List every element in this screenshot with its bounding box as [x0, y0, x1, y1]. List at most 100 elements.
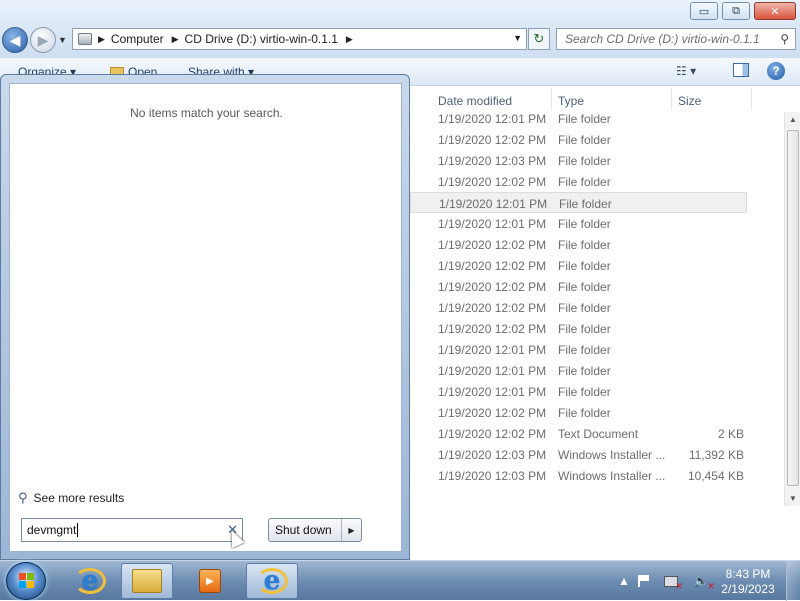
file-date-modified: 1/19/2020 12:01 PM [438, 385, 547, 399]
file-date-modified: 1/19/2020 12:02 PM [438, 280, 547, 294]
address-dropdown-icon[interactable]: ▼ [513, 33, 522, 43]
show-hidden-icons-icon[interactable]: ▲ [618, 574, 630, 588]
explorer-search-input[interactable]: Search CD Drive (D:) virtio-win-0.1.1 ⚲ [556, 28, 796, 50]
file-type: File folder [558, 259, 611, 273]
forward-button[interactable]: ▶ [30, 27, 56, 53]
file-type: Windows Installer ... [558, 469, 666, 483]
close-button[interactable]: ✕ [754, 2, 796, 20]
file-row[interactable]: 1/19/2020 12:02 PM File folder [410, 255, 786, 276]
file-row[interactable]: 1/19/2020 12:03 PM File folder [410, 150, 786, 171]
network-icon[interactable] [663, 575, 683, 592]
file-type: File folder [558, 406, 611, 420]
file-type: File folder [558, 301, 611, 315]
file-date-modified: 1/19/2020 12:02 PM [438, 259, 547, 273]
wmp-icon: ▶ [199, 569, 221, 593]
folder-icon [132, 569, 162, 593]
file-row[interactable]: 1/19/2020 12:02 PM File folder [410, 402, 786, 423]
file-date-modified: 1/19/2020 12:02 PM [438, 175, 547, 189]
see-more-results-link[interactable]: ⚲ See more results [18, 490, 124, 506]
preview-pane-icon[interactable] [733, 63, 749, 77]
title-bar[interactable]: ▭ ⧉ ✕ [0, 0, 800, 26]
refresh-icon[interactable]: ↻ [528, 28, 550, 50]
file-date-modified: 1/19/2020 12:03 PM [438, 154, 547, 168]
file-row[interactable]: 1/19/2020 12:03 PM Windows Installer ... 1… [410, 465, 786, 486]
file-type: File folder [558, 133, 611, 147]
file-date-modified: 1/19/2020 12:02 PM [438, 406, 547, 420]
clock-time: 8:43 PM [725, 567, 771, 581]
start-button[interactable] [6, 562, 46, 600]
file-row[interactable]: 1/19/2020 12:01 PM File folder [410, 360, 786, 381]
file-row[interactable]: 1/19/2020 12:02 PM Text Document 2 KB [410, 423, 786, 444]
scrollbar-thumb[interactable] [787, 130, 799, 486]
system-clock[interactable]: 8:43 PM 2/19/2023 [716, 567, 780, 597]
taskbar-internet-explorer-open[interactable]: e [246, 563, 298, 599]
shutdown-options-arrow-icon[interactable]: ▶ [341, 519, 361, 541]
action-center-flag-icon[interactable] [637, 575, 650, 587]
change-view-button[interactable]: ☷ ▾ [676, 64, 696, 78]
help-icon[interactable]: ? [767, 62, 785, 80]
file-type: File folder [558, 238, 611, 252]
breadcrumb-chevron-icon[interactable]: ▶ [98, 34, 105, 45]
file-row[interactable]: 1/19/2020 12:02 PM File folder [410, 129, 786, 150]
file-row[interactable]: 1/19/2020 12:02 PM File folder [410, 318, 786, 339]
text-caret [77, 523, 79, 537]
start-search-input[interactable]: devmgmt ✕ [21, 518, 243, 542]
file-row[interactable]: 1/19/2020 12:02 PM File folder [410, 276, 786, 297]
breadcrumb-cd-drive[interactable]: CD Drive (D:) virtio-win-0.1.1 [185, 32, 338, 46]
file-date-modified: 1/19/2020 12:01 PM [438, 112, 547, 126]
scroll-up-icon[interactable]: ▲ [789, 115, 797, 124]
caption-buttons: ▭ ⧉ ✕ [686, 2, 796, 20]
column-divider[interactable] [751, 88, 752, 110]
file-size: 2 KB [717, 427, 744, 441]
file-date-modified: 1/19/2020 12:03 PM [438, 448, 547, 462]
file-row[interactable]: 1/19/2020 12:01 PM File folder [410, 381, 786, 402]
breadcrumb-computer[interactable]: Computer [111, 32, 164, 46]
search-results-pane: No items match your search. ⚲ See more r… [9, 83, 402, 552]
file-rows: 1/19/2020 12:01 PM File folder 1/19/2020 1… [410, 108, 786, 486]
file-type: File folder [558, 322, 611, 336]
clock-date: 2/19/2023 [721, 582, 775, 596]
no-results-message: No items match your search. [130, 106, 283, 120]
recent-pages-dropdown-icon[interactable]: ▼ [58, 35, 67, 45]
shutdown-button[interactable]: Shut down [269, 523, 341, 537]
maximize-button[interactable]: ⧉ [722, 2, 750, 20]
file-row[interactable]: 1/19/2020 12:01 PM File folder [410, 108, 786, 129]
back-button[interactable]: ◀ [2, 27, 28, 53]
file-row[interactable]: 1/19/2020 12:02 PM File folder [410, 234, 786, 255]
file-row[interactable]: 1/19/2020 12:02 PM File folder [410, 297, 786, 318]
file-size: 11,392 KB [688, 448, 744, 462]
file-type: Windows Installer ... [558, 448, 666, 462]
file-row[interactable]: 1/19/2020 12:03 PM Windows Installer ... 1… [410, 444, 786, 465]
file-type: File folder [558, 175, 611, 189]
address-bar[interactable]: ▶ Computer ▶ CD Drive (D:) virtio-win-0.… [72, 28, 527, 50]
file-type: File folder [558, 112, 611, 126]
file-row[interactable]: 1/19/2020 12:01 PM File folder [410, 339, 786, 360]
scroll-down-icon[interactable]: ▼ [789, 494, 797, 503]
volume-icon[interactable]: 🔈 [694, 574, 715, 592]
taskbar-windows-explorer[interactable] [121, 563, 173, 599]
column-divider[interactable] [551, 88, 552, 110]
file-date-modified: 1/19/2020 12:02 PM [438, 301, 547, 315]
file-row[interactable]: 1/19/2020 12:01 PM File folder [410, 213, 786, 234]
show-desktop-button[interactable] [786, 561, 800, 601]
file-date-modified: 1/19/2020 12:03 PM [438, 469, 547, 483]
windows-logo-icon [19, 573, 35, 589]
breadcrumb-chevron-icon[interactable]: ▶ [346, 34, 353, 45]
file-row[interactable]: 1/19/2020 12:01 PM File folder [410, 192, 747, 213]
file-row[interactable]: 1/19/2020 12:02 PM File folder [410, 171, 786, 192]
search-value: devmgmt [27, 523, 77, 537]
minimize-button[interactable]: ▭ [690, 2, 718, 20]
breadcrumb-chevron-icon[interactable]: ▶ [172, 34, 179, 45]
file-date-modified: 1/19/2020 12:02 PM [438, 238, 547, 252]
column-divider[interactable] [671, 88, 672, 110]
taskbar-media-player[interactable]: ▶ [184, 563, 236, 599]
vertical-scrollbar[interactable]: ▲ ▼ [784, 112, 800, 506]
taskbar: e ▶ e ▲ 🔈 8:43 PM 2/19/2023 [0, 560, 800, 601]
column-type[interactable]: Type [558, 94, 584, 108]
column-date-modified[interactable]: Date modified [438, 94, 512, 108]
file-type: File folder [558, 217, 611, 231]
taskbar-internet-explorer[interactable]: e [64, 563, 116, 599]
file-type: File folder [558, 364, 611, 378]
column-size[interactable]: Size [678, 94, 701, 108]
file-date-modified: 1/19/2020 12:01 PM [438, 217, 547, 231]
